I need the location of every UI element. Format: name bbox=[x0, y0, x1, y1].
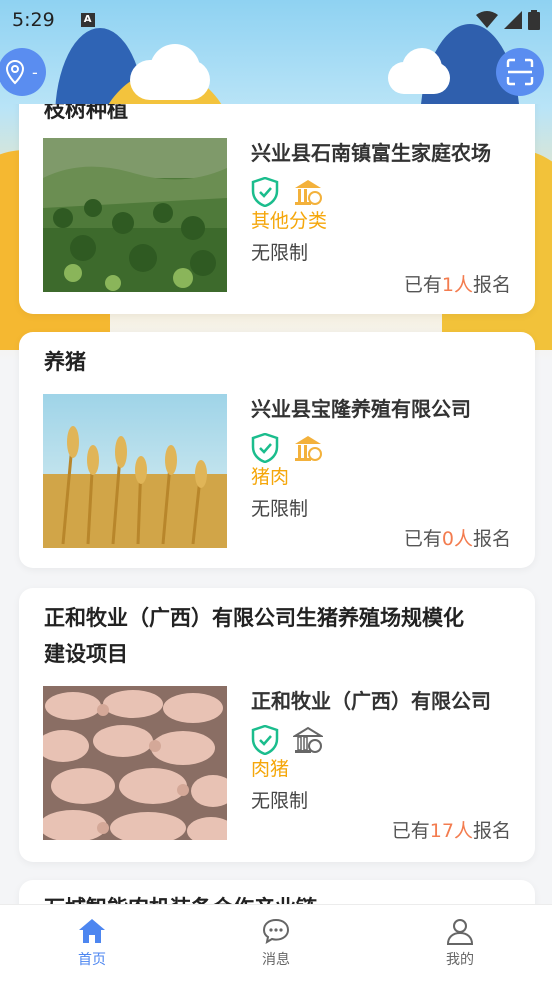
card-title: 养猪 bbox=[44, 350, 86, 374]
bank-gold-icon bbox=[295, 180, 322, 205]
pigs-photo bbox=[43, 686, 227, 840]
company-name: 正和牧业（广西）有限公司 bbox=[251, 689, 491, 713]
category-label: 猪肉 bbox=[251, 466, 290, 488]
scan-icon bbox=[506, 58, 534, 86]
notification-icon: A bbox=[80, 13, 95, 27]
category-label: 其他分类 bbox=[251, 210, 328, 232]
nav-messages[interactable]: 消息 bbox=[184, 905, 368, 983]
status-bar: 5:29 A bbox=[0, 0, 552, 40]
verified-shield-icon bbox=[251, 433, 279, 463]
signup-count: 已有1人报名 bbox=[403, 274, 511, 296]
card-title: 正和牧业（广西）有限公司生猪养殖场规模化 建设项目 bbox=[44, 606, 464, 666]
project-list: 枝树种植 兴业县石南镇富生家庭农场 其他分类 无限制 已有1人报名 养猪 兴业县… bbox=[0, 104, 552, 904]
status-time: 5:29 bbox=[12, 9, 55, 31]
verified-shield-icon bbox=[251, 725, 279, 755]
location-button[interactable]: - bbox=[0, 48, 46, 96]
wheat-photo bbox=[43, 394, 227, 548]
bottom-nav: 首页 消息 我的 bbox=[0, 904, 552, 983]
nav-home[interactable]: 首页 bbox=[0, 905, 184, 983]
project-card[interactable]: 万城智能农机装备合作产业链 bbox=[19, 880, 535, 904]
signup-count: 已有17人报名 bbox=[391, 820, 511, 842]
location-label: - bbox=[32, 62, 38, 82]
card-title: 枝树种植 bbox=[44, 104, 128, 122]
limit-label: 无限制 bbox=[251, 242, 309, 264]
project-card[interactable]: 正和牧业（广西）有限公司生猪养殖场规模化 建设项目 正和牧业（广西）有限公司 肉… bbox=[19, 588, 535, 862]
project-card[interactable]: 枝树种植 兴业县石南镇富生家庭农场 其他分类 无限制 已有1人报名 bbox=[19, 104, 535, 314]
home-icon bbox=[79, 919, 105, 943]
verified-shield-icon bbox=[251, 177, 279, 207]
card-title: 万城智能农机装备合作产业链 bbox=[44, 890, 317, 904]
company-name: 兴业县宝隆养殖有限公司 bbox=[251, 397, 471, 421]
bank-gold-icon bbox=[295, 436, 322, 461]
nav-profile[interactable]: 我的 bbox=[368, 905, 552, 983]
wifi-icon bbox=[476, 11, 498, 28]
bank-gray-icon bbox=[293, 726, 323, 753]
company-name: 兴业县石南镇富生家庭农场 bbox=[251, 141, 491, 165]
signup-count: 已有0人报名 bbox=[403, 528, 511, 550]
forest-photo bbox=[43, 138, 227, 292]
location-pin-icon bbox=[5, 59, 25, 85]
limit-label: 无限制 bbox=[251, 498, 309, 520]
category-label: 肉猪 bbox=[251, 758, 290, 780]
message-icon bbox=[262, 918, 290, 945]
signal-icon bbox=[504, 11, 522, 29]
limit-label: 无限制 bbox=[251, 790, 309, 812]
user-icon bbox=[446, 919, 474, 945]
battery-icon bbox=[528, 10, 540, 30]
scan-button[interactable] bbox=[496, 48, 544, 96]
project-card[interactable]: 养猪 兴业县宝隆养殖有限公司 猪肉 无限制 已有0人报名 bbox=[19, 332, 535, 568]
